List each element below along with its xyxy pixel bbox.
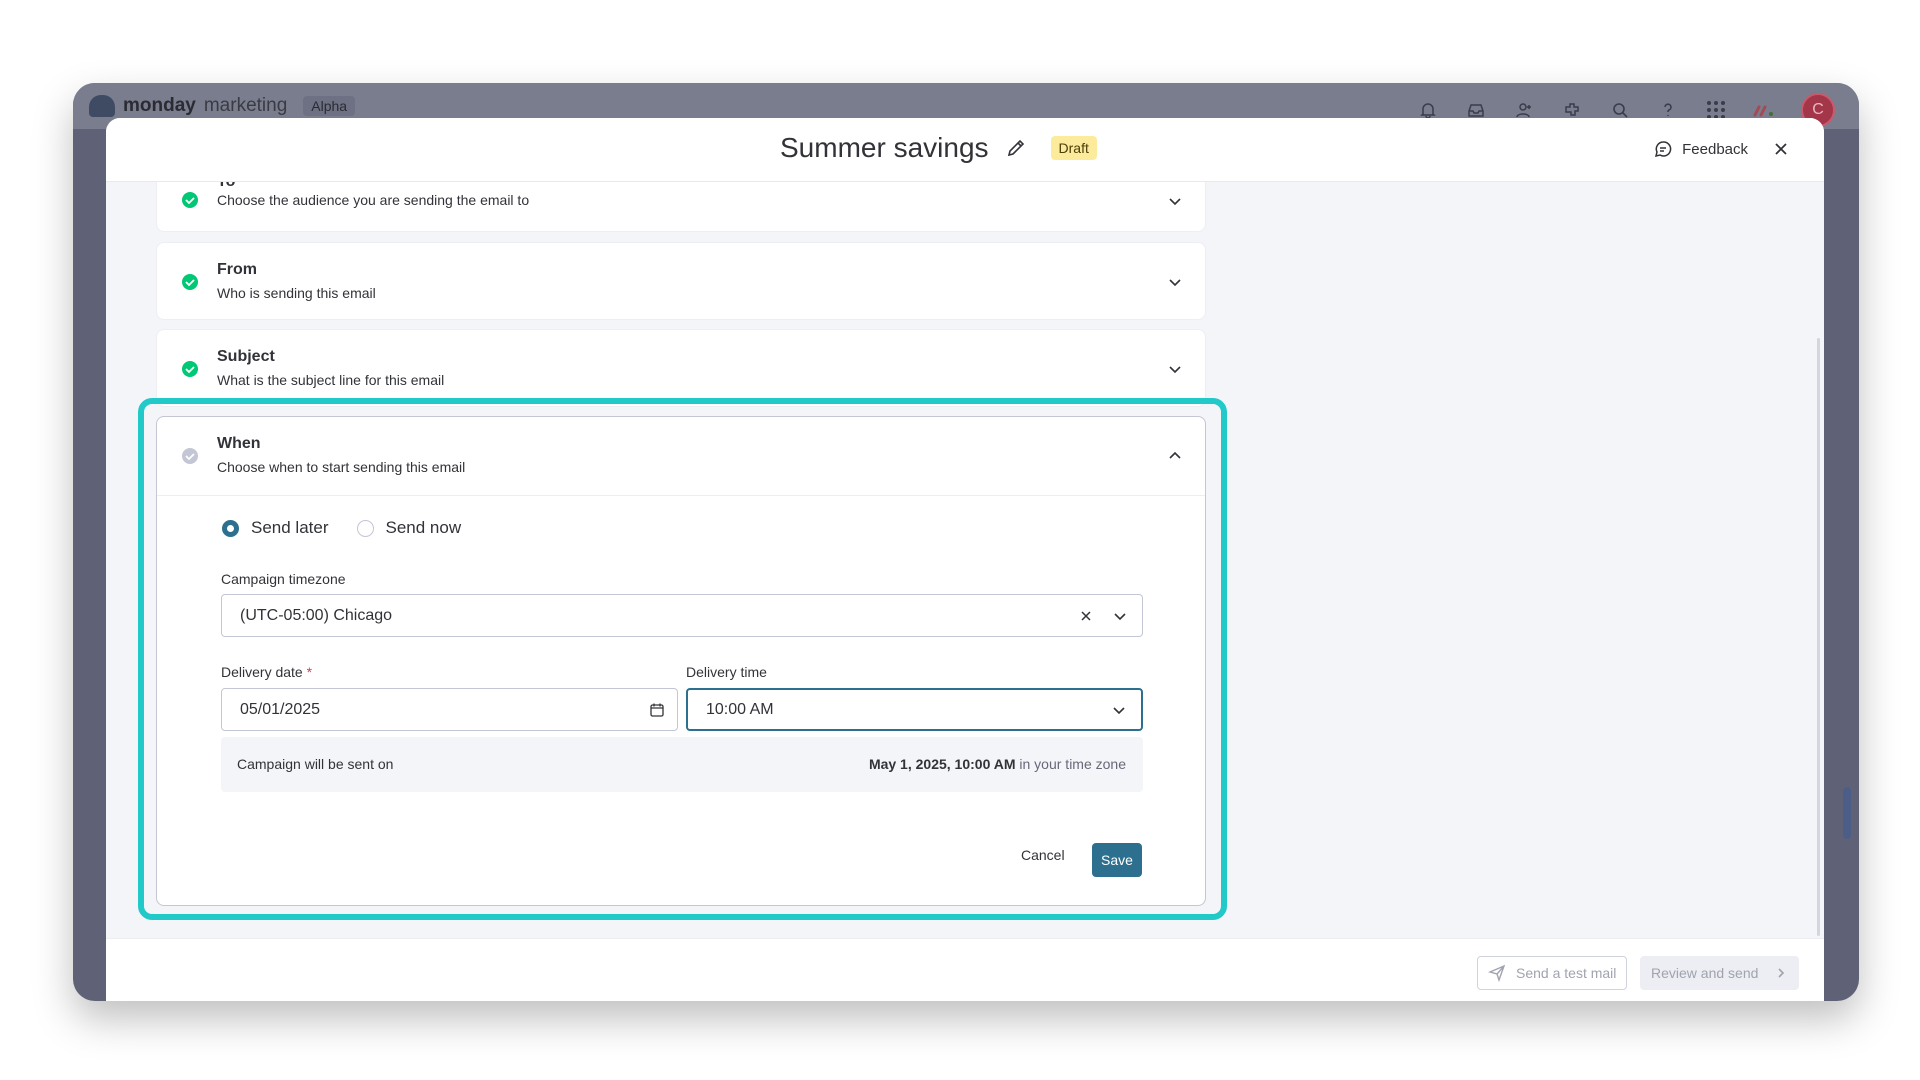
radio-send-later[interactable]: Send later — [222, 518, 329, 538]
cancel-button[interactable]: Cancel — [1021, 847, 1065, 863]
timezone-select[interactable]: (UTC-05:00) Chicago — [221, 594, 1143, 637]
section-from-title: From — [217, 261, 257, 278]
chevron-down-icon[interactable] — [1167, 193, 1183, 209]
section-subject[interactable]: Subject What is the subject line for thi… — [156, 329, 1206, 407]
delivery-time-label: Delivery time — [686, 664, 767, 680]
brand-tag: Alpha — [303, 96, 356, 116]
paper-plane-icon — [1488, 964, 1506, 982]
radio-send-later-label: Send later — [251, 518, 329, 537]
modal-footer: Send a test mail Review and send — [106, 938, 1824, 1001]
pencil-icon[interactable] — [1005, 137, 1027, 159]
section-to-title: To — [217, 182, 235, 191]
check-circle-icon — [182, 274, 198, 290]
radio-selected-icon — [222, 519, 239, 537]
section-to[interactable]: To Choose the audience you are sending t… — [156, 182, 1206, 232]
delivery-date-label: Delivery date * — [221, 664, 312, 680]
section-subject-title: Subject — [217, 348, 275, 365]
brand-name: monday — [123, 95, 196, 116]
delivery-date-input[interactable]: 05/01/2025 — [221, 688, 678, 731]
chevron-down-icon[interactable] — [1111, 702, 1127, 718]
section-to-subtitle: Choose the audience you are sending the … — [217, 192, 530, 208]
side-scroll-indicator — [1843, 787, 1851, 839]
page-title: Summer savings — [780, 132, 989, 163]
summary-suffix: in your time zone — [1019, 756, 1126, 772]
save-button[interactable]: Save — [1092, 843, 1142, 877]
send-summary: Campaign will be sent on May 1, 2025, 10… — [221, 737, 1143, 792]
section-subject-subtitle: What is the subject line for this email — [217, 372, 445, 388]
header-actions: Feedback — [1654, 140, 1790, 158]
section-from[interactable]: From Who is sending this email — [156, 242, 1206, 320]
check-circle-icon — [182, 192, 198, 208]
brand-suffix: marketing — [203, 95, 288, 116]
chevron-down-icon[interactable] — [1167, 361, 1183, 377]
chevron-down-icon[interactable] — [1112, 608, 1128, 624]
timezone-value: (UTC-05:00) Chicago — [240, 606, 393, 624]
brand: monday marketing Alpha — [89, 95, 356, 117]
modal-header: Summer savings Draft Feedback — [106, 118, 1824, 182]
feedback-label: Feedback — [1682, 140, 1748, 158]
summary-datetime: May 1, 2025, 10:00 AM — [868, 756, 1016, 772]
delivery-date-value: 05/01/2025 — [240, 700, 321, 718]
radio-send-now-label: Send now — [385, 518, 462, 537]
summary-prefix: Campaign will be sent on — [237, 756, 394, 772]
timezone-label: Campaign timezone — [221, 571, 346, 587]
scrollbar[interactable] — [1817, 338, 1820, 936]
review-and-send-button[interactable]: Review and send — [1640, 956, 1800, 990]
close-icon[interactable] — [1772, 140, 1790, 158]
section-from-subtitle: Who is sending this email — [217, 285, 376, 301]
send-mode-radio-group: Send later Send now — [222, 518, 461, 538]
feedback-button[interactable]: Feedback — [1654, 140, 1748, 158]
highlight-outline — [138, 398, 1227, 920]
radio-send-now[interactable]: Send now — [356, 518, 462, 538]
delivery-date-label-text: Delivery date — [221, 664, 303, 680]
status-badge: Draft — [1050, 136, 1097, 160]
required-mark: * — [306, 664, 313, 680]
check-circle-icon — [182, 361, 198, 377]
delivery-time-select[interactable]: 10:00 AM — [686, 688, 1143, 731]
radio-unselected-icon — [356, 519, 374, 537]
chevron-down-icon[interactable] — [1167, 274, 1183, 290]
feedback-icon — [1655, 141, 1672, 158]
send-test-mail-label: Send a test mail — [1516, 965, 1617, 981]
send-test-mail-button[interactable]: Send a test mail — [1477, 956, 1628, 990]
summary-datetime-wrap: May 1, 2025, 10:00 AM in your time zone — [869, 756, 1126, 772]
calendar-icon[interactable] — [649, 702, 665, 718]
modal-title-wrap: Summer savings Draft — [780, 132, 1097, 164]
delivery-time-value: 10:00 AM — [706, 700, 774, 718]
chevron-right-icon — [1778, 968, 1785, 978]
review-and-send-label: Review and send — [1651, 965, 1759, 981]
clear-icon[interactable] — [1078, 608, 1094, 624]
monday-logo-icon — [89, 95, 115, 117]
